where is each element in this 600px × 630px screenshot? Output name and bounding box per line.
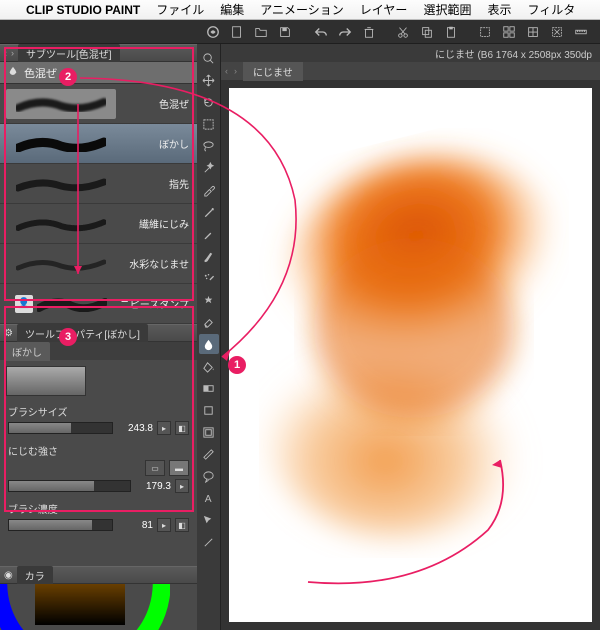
stepper-icon[interactable]: ▸	[157, 518, 171, 532]
droplet-icon	[8, 66, 18, 79]
vertical-tool-strip: A	[197, 44, 221, 630]
blur-strength-slider[interactable]	[8, 480, 131, 492]
stepper-icon[interactable]: ▸	[157, 421, 171, 435]
subtool-panel-header[interactable]: ‹ › サブツール[色混ぜ]	[0, 44, 197, 62]
decoration-icon[interactable]	[199, 290, 219, 310]
canvas-area: にじませ (B6 1764 x 2508px 350dp ‹ › にじませ	[221, 44, 600, 630]
mode-btn-2[interactable]: ▬	[169, 460, 189, 476]
clip-icon[interactable]	[203, 22, 223, 42]
eraser-icon[interactable]	[199, 312, 219, 332]
eyedropper-icon[interactable]	[199, 180, 219, 200]
paste-icon[interactable]	[441, 22, 461, 42]
copy-icon[interactable]	[417, 22, 437, 42]
subtool-item-seninijimi[interactable]: 繊維にじみ	[0, 204, 197, 244]
link-icon[interactable]: ◧	[175, 421, 189, 435]
prop-blur-strength: にじむ強さ ▭ ▬ 179.3 ▸	[0, 439, 197, 497]
subtool-selector-label: 色混ぜ	[24, 65, 57, 81]
color-panel-title: カラ	[17, 566, 53, 585]
gear-icon[interactable]: ⚙	[4, 328, 13, 339]
subtool-item-yubisaki[interactable]: 指先	[0, 164, 197, 204]
pen-icon[interactable]	[199, 202, 219, 222]
transform-icon[interactable]	[199, 510, 219, 530]
link-icon[interactable]: ◧	[175, 518, 189, 532]
chevron-right-icon[interactable]: ›	[234, 66, 237, 76]
marquee-icon[interactable]	[199, 114, 219, 134]
text-icon[interactable]: A	[199, 488, 219, 508]
cut-icon[interactable]	[393, 22, 413, 42]
fill-icon[interactable]	[199, 356, 219, 376]
prop-brush-density: ブラシ濃度 81 ▸ ◧	[0, 497, 197, 536]
frame-icon[interactable]	[199, 422, 219, 442]
color-panel	[0, 584, 197, 630]
menu-view[interactable]: 表示	[487, 1, 511, 18]
app-toolbar	[0, 20, 600, 44]
menu-animation[interactable]: アニメーション	[260, 1, 344, 18]
lasso-icon[interactable]	[199, 136, 219, 156]
canvas[interactable]	[229, 88, 592, 622]
document-tab[interactable]: にじませ	[243, 62, 303, 81]
brush-size-slider[interactable]	[8, 422, 113, 434]
delete-icon[interactable]	[359, 22, 379, 42]
document-info: にじませ (B6 1764 x 2508px 350dp	[435, 46, 596, 61]
zoom-icon[interactable]	[199, 48, 219, 68]
tool-property-panel: ぼかし ブラシサイズ 243.8 ▸ ◧ にじむ強さ ▭ ▬	[0, 342, 197, 566]
mode-btn-1[interactable]: ▭	[145, 460, 165, 476]
line-icon[interactable]	[199, 532, 219, 552]
subtool-panel-title: サブツール[色混ぜ]	[18, 44, 120, 63]
pencil-icon[interactable]	[199, 224, 219, 244]
toolprop-panel-title: ツールプロパティ[ぼかし]	[17, 324, 148, 343]
move-icon[interactable]	[199, 70, 219, 90]
macos-menubar: CLIP STUDIO PAINT ファイル 編集 アニメーション レイヤー 選…	[0, 0, 600, 20]
grid2-icon[interactable]	[523, 22, 543, 42]
color-wheel[interactable]	[0, 584, 170, 630]
subtool-list: 色混ぜ ぼかし 指先 繊維にじみ 水彩なじませ 👤 ニピースタンプ	[0, 84, 197, 324]
undo-icon[interactable]	[311, 22, 331, 42]
airbrush-icon[interactable]	[199, 268, 219, 288]
canvas-tabbar: にじませ (B6 1764 x 2508px 350dp	[221, 44, 600, 62]
redo-icon[interactable]	[335, 22, 355, 42]
brush-density-slider[interactable]	[8, 519, 113, 531]
brush-icon[interactable]	[199, 246, 219, 266]
gradient-icon[interactable]	[199, 378, 219, 398]
subtool-selector[interactable]: 色混ぜ	[0, 62, 197, 84]
chevron-right-icon[interactable]: ›	[11, 48, 14, 58]
chevron-left-icon[interactable]: ‹	[225, 66, 228, 76]
balloon-icon[interactable]	[199, 466, 219, 486]
subtool-item-suisai[interactable]: 水彩なじませ	[0, 244, 197, 284]
chevron-left-icon[interactable]: ‹	[4, 48, 7, 58]
color-panel-header[interactable]: ◉ カラ	[0, 566, 197, 584]
save-icon[interactable]	[275, 22, 295, 42]
subtool-item-iromaze[interactable]: 色混ぜ	[0, 84, 197, 124]
subtool-item-bokashi[interactable]: ぼかし	[0, 124, 197, 164]
new-icon[interactable]	[227, 22, 247, 42]
toolprop-panel-header[interactable]: ⚙ ツールプロパティ[ぼかし]	[0, 324, 197, 342]
rotate-icon[interactable]	[199, 92, 219, 112]
ruler2-icon[interactable]	[199, 444, 219, 464]
subtool-item-stamp[interactable]: 👤 ニピースタンプ	[0, 284, 197, 324]
app-name: CLIP STUDIO PAINT	[26, 3, 140, 17]
ruler-icon[interactable]	[571, 22, 591, 42]
left-panel-column: ‹ › サブツール[色混ぜ] 色混ぜ 色混ぜ ぼかし 指先 繊維にじみ	[0, 44, 197, 630]
menu-filter[interactable]: フィルタ	[527, 1, 575, 18]
wand-icon[interactable]	[199, 158, 219, 178]
blend-tool-icon[interactable]	[199, 334, 219, 354]
menu-layer[interactable]: レイヤー	[360, 1, 408, 18]
menu-selection[interactable]: 選択範囲	[423, 1, 471, 18]
svg-text:A: A	[205, 494, 212, 505]
select-icon[interactable]	[475, 22, 495, 42]
open-icon[interactable]	[251, 22, 271, 42]
menu-file[interactable]: ファイル	[156, 1, 204, 18]
toolprop-tab[interactable]: ぼかし	[4, 342, 50, 361]
menu-edit[interactable]: 編集	[220, 1, 244, 18]
shape-icon[interactable]	[199, 400, 219, 420]
painted-artwork	[259, 128, 569, 558]
deselect-icon[interactable]	[547, 22, 567, 42]
prop-brush-size: ブラシサイズ 243.8 ▸ ◧	[0, 400, 197, 439]
stepper-icon[interactable]: ▸	[175, 479, 189, 493]
brush-preview-swatch	[6, 366, 86, 396]
grid-icon[interactable]	[499, 22, 519, 42]
wheel-icon: ◉	[4, 570, 13, 581]
